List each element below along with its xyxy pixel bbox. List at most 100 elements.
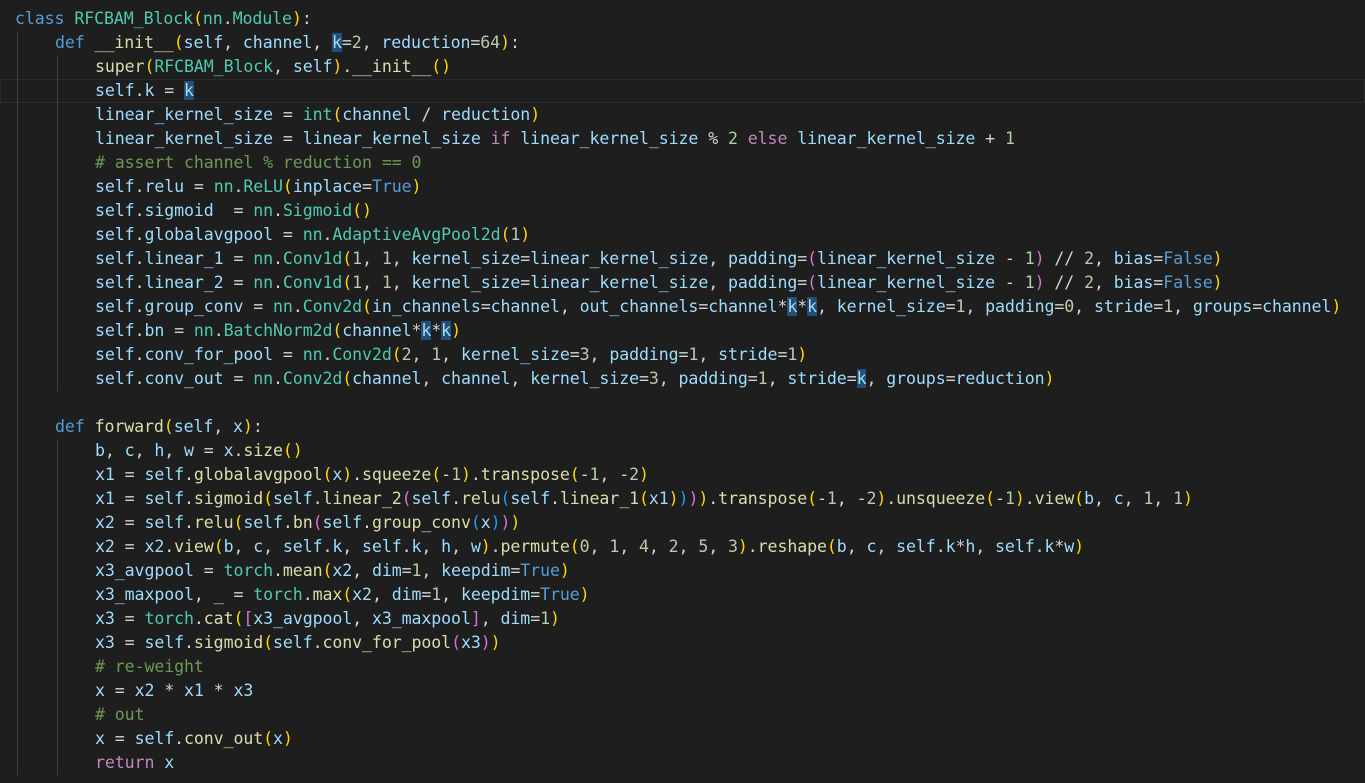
code-token: . <box>134 273 145 292</box>
code-line[interactable]: # assert channel % reduction == 0 <box>0 151 1365 175</box>
code-token: ) <box>579 585 590 604</box>
code-token: x2 <box>95 513 115 532</box>
code-line[interactable]: self.globalavgpool = nn.AdaptiveAvgPool2… <box>0 223 1365 247</box>
code-token: stride <box>1093 297 1154 316</box>
code-line[interactable]: def __init__(self, channel, k=2, reducti… <box>0 31 1365 55</box>
code-token: ) <box>342 465 353 484</box>
code-token: k <box>331 33 342 52</box>
code-token: k <box>807 297 818 316</box>
code-line[interactable]: linear_kernel_size = int(channel / reduc… <box>0 103 1365 127</box>
code-token: * <box>154 681 185 700</box>
indent-guide <box>57 271 58 295</box>
code-token: torch <box>144 609 194 628</box>
code-token: , <box>767 369 788 388</box>
code-token: conv_out <box>184 729 264 748</box>
code-token: ( <box>342 273 353 292</box>
code-line[interactable]: x3_avgpool = torch.mean(x2, dim=1, keepd… <box>0 559 1365 583</box>
code-line[interactable] <box>0 391 1365 415</box>
indent-guide <box>57 319 58 343</box>
code-token: , <box>965 297 986 316</box>
code-token: 2 <box>1084 273 1094 292</box>
code-token: ( <box>500 225 511 244</box>
code-line[interactable]: b, c, h, w = x.size() <box>0 439 1365 463</box>
code-token: 1 <box>1163 297 1174 316</box>
code-token: 2 <box>351 33 362 52</box>
code-line[interactable]: self.linear_2 = nn.Conv1d(1, 1, kernel_s… <box>0 271 1365 295</box>
code-line[interactable]: self.group_conv = nn.Conv2d(in_channels=… <box>0 295 1365 319</box>
code-token: __init__ <box>352 57 432 76</box>
code-token: self <box>510 489 550 508</box>
code-token: = <box>362 177 372 196</box>
code-token: ) <box>549 609 560 628</box>
code-token: x <box>233 417 243 436</box>
code-token: 1 <box>609 537 620 556</box>
code-token: . <box>490 537 501 556</box>
code-token: bias <box>1113 273 1154 292</box>
code-line[interactable]: super(RFCBAM_Block, self).__init__() <box>0 55 1365 79</box>
code-token: = <box>569 345 580 364</box>
code-editor[interactable]: class RFCBAM_Block(nn.Module): def __init… <box>0 0 1365 783</box>
code-token: kernel_size <box>836 297 946 316</box>
code-token: linear_kernel_size <box>817 273 996 292</box>
code-token: 2 <box>668 537 679 556</box>
code-token: conv_for_pool <box>322 633 452 652</box>
code-token: self <box>95 249 135 268</box>
code-token: // <box>1044 273 1085 292</box>
code-line[interactable]: self.conv_out = nn.Conv2d(channel, chann… <box>0 367 1365 391</box>
code-token: : <box>509 33 520 52</box>
code-line[interactable]: x3_maxpool, _ = torch.max(x2, dim=1, kee… <box>0 583 1365 607</box>
code-line[interactable]: self.conv_for_pool = nn.Conv2d(2, 1, ker… <box>0 343 1365 367</box>
code-token: stride <box>787 369 847 388</box>
code-token: ( <box>807 489 818 508</box>
code-token: , <box>817 297 837 316</box>
code-token: 2 <box>728 129 738 148</box>
code-line[interactable]: self.linear_1 = nn.Conv1d(1, 1, kernel_s… <box>0 247 1365 271</box>
code-line[interactable]: linear_kernel_size = linear_kernel_size … <box>0 127 1365 151</box>
code-line[interactable]: x1 = self.sigmoid(self.linear_2(self.rel… <box>0 487 1365 511</box>
indent-guide <box>57 199 58 223</box>
code-token: ) <box>1034 273 1045 292</box>
code-token: ( <box>638 489 649 508</box>
indent-guide <box>57 487 58 511</box>
code-line[interactable]: x3 = self.sigmoid(self.conv_for_pool(x3)… <box>0 631 1365 655</box>
code-token: True <box>371 177 412 196</box>
code-token: 1 <box>352 249 363 268</box>
code-line[interactable]: x2 = x2.view(b, c, self.k, self.k, h, w)… <box>0 535 1365 559</box>
code-line[interactable]: x2 = self.relu(self.bn(self.group_conv(x… <box>0 511 1365 535</box>
code-line[interactable]: return x <box>0 751 1365 775</box>
code-token: ( <box>282 177 293 196</box>
code-line[interactable]: x3 = torch.cat([x3_avgpool, x3_maxpool],… <box>0 607 1365 631</box>
code-token: = <box>520 249 531 268</box>
code-line[interactable]: # re-weight <box>0 655 1365 679</box>
code-line[interactable]: x = x2 * x1 * x3 <box>0 679 1365 703</box>
code-line[interactable]: self.bn = nn.BatchNorm2d(channel*k*k) <box>0 319 1365 343</box>
code-token: . <box>401 537 412 556</box>
code-token: . <box>322 345 333 364</box>
code-token: forward <box>94 417 164 436</box>
code-line[interactable]: self.relu = nn.ReLU(inplace=True) <box>0 175 1365 199</box>
code-line[interactable]: self.sigmoid = nn.Sigmoid() <box>0 199 1365 223</box>
code-token: channel <box>342 105 412 124</box>
code-token: . <box>184 513 194 532</box>
code-line[interactable]: x = self.conv_out(x) <box>0 727 1365 751</box>
code-line[interactable]: x1 = self.globalavgpool(x).squeeze(-1).t… <box>0 463 1365 487</box>
code-line[interactable]: # out <box>0 703 1365 727</box>
code-token: ) <box>1074 537 1085 556</box>
code-token: = <box>797 273 808 292</box>
code-token: , <box>480 609 501 628</box>
code-line[interactable]: def forward(self, x): <box>0 415 1365 439</box>
indent-guide <box>17 103 18 127</box>
code-line[interactable]: class RFCBAM_Block(nn.Module): <box>0 7 1365 31</box>
code-token: self <box>144 633 185 652</box>
code-token: x <box>95 681 105 700</box>
code-token: , <box>510 369 531 388</box>
code-token: x1 <box>95 465 115 484</box>
code-token: self <box>322 513 363 532</box>
indent-guide <box>57 727 58 751</box>
code-line[interactable]: self.k = k <box>0 79 1365 103</box>
code-token: ( <box>362 297 372 316</box>
code-token: = <box>154 81 185 100</box>
indent-guide <box>17 343 18 367</box>
code-token: x3 <box>95 633 115 652</box>
code-token: , <box>836 489 857 508</box>
